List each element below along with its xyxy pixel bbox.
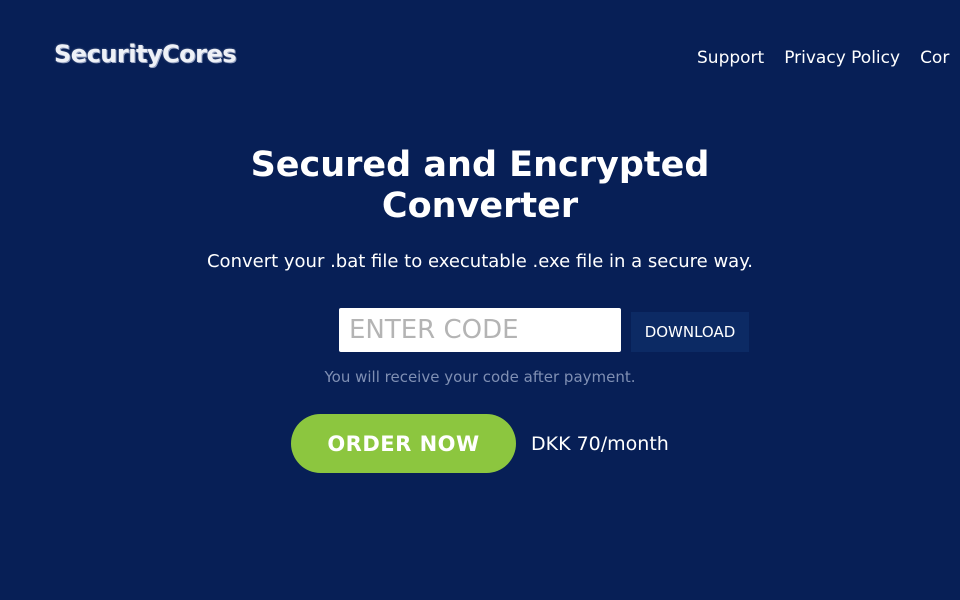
logo[interactable]: SecurityCores bbox=[54, 40, 237, 68]
nav-link-privacy-policy[interactable]: Privacy Policy bbox=[784, 48, 900, 68]
page-subtitle: Convert your .bat file to executable .ex… bbox=[206, 251, 754, 272]
top-nav: Support Privacy Policy Cor bbox=[697, 48, 949, 68]
download-button[interactable]: DOWNLOAD bbox=[631, 312, 749, 352]
nav-link-contact[interactable]: Cor bbox=[920, 48, 949, 68]
payment-hint: You will receive your code after payment… bbox=[324, 368, 636, 386]
page: SecurityCores Support Privacy Policy Cor… bbox=[0, 0, 960, 600]
code-input[interactable] bbox=[339, 308, 621, 352]
order-now-button[interactable]: ORDER NOW bbox=[291, 414, 516, 473]
nav-link-support[interactable]: Support bbox=[697, 48, 764, 68]
price-label: DKK 70/month bbox=[531, 433, 669, 455]
page-title: Secured and Encrypted Converter bbox=[250, 145, 710, 226]
